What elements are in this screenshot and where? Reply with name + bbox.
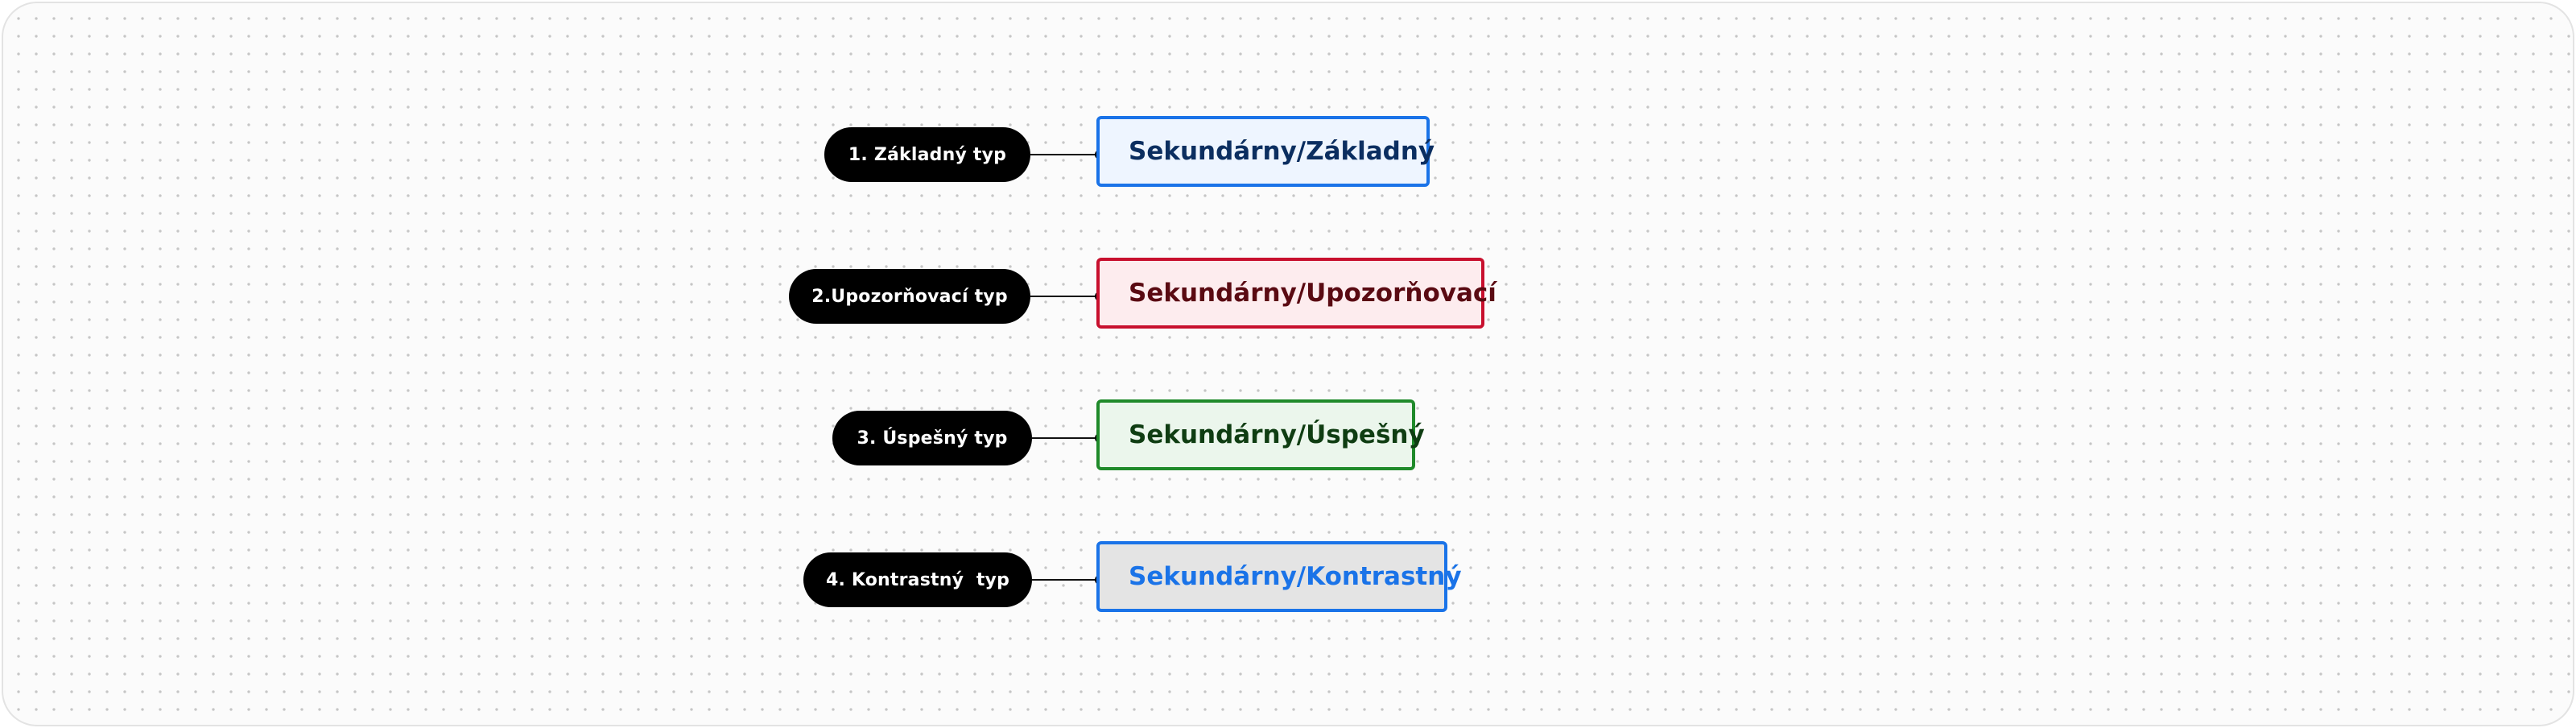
secondary-warning-button[interactable]: Sekundárny/Upozorňovací bbox=[1096, 258, 1496, 329]
connector-line bbox=[1030, 154, 1100, 155]
variant-row-contrast: 4. Kontrastný typ Sekundárny/Kontrastný bbox=[3, 541, 2573, 618]
connector-line bbox=[1032, 437, 1100, 439]
variant-label-contrast: 4. Kontrastný typ bbox=[803, 552, 1032, 607]
variant-label-basic: 1. Základný typ bbox=[824, 127, 1030, 182]
variant-row-basic: 1. Základný typ Sekundárny/Základný bbox=[3, 116, 2573, 193]
variant-row-success: 3. Úspešný typ Sekundárny/Úspešný bbox=[3, 399, 2573, 477]
variant-label-warning: 2.Upozorňovací typ bbox=[789, 269, 1030, 324]
variant-row-warning: 2.Upozorňovací typ Sekundárny/Upozorňova… bbox=[3, 258, 2573, 335]
variant-label-success: 3. Úspešný typ bbox=[832, 411, 1032, 465]
secondary-basic-button[interactable]: Sekundárny/Základný bbox=[1096, 116, 1435, 187]
secondary-success-button[interactable]: Sekundárny/Úspešný bbox=[1096, 399, 1425, 470]
connector-line bbox=[1032, 579, 1100, 581]
connector-line bbox=[1030, 296, 1100, 297]
secondary-contrast-button[interactable]: Sekundárny/Kontrastný bbox=[1096, 541, 1462, 612]
canvas-board: 1. Základný typ Sekundárny/Základný 2.Up… bbox=[2, 2, 2574, 726]
